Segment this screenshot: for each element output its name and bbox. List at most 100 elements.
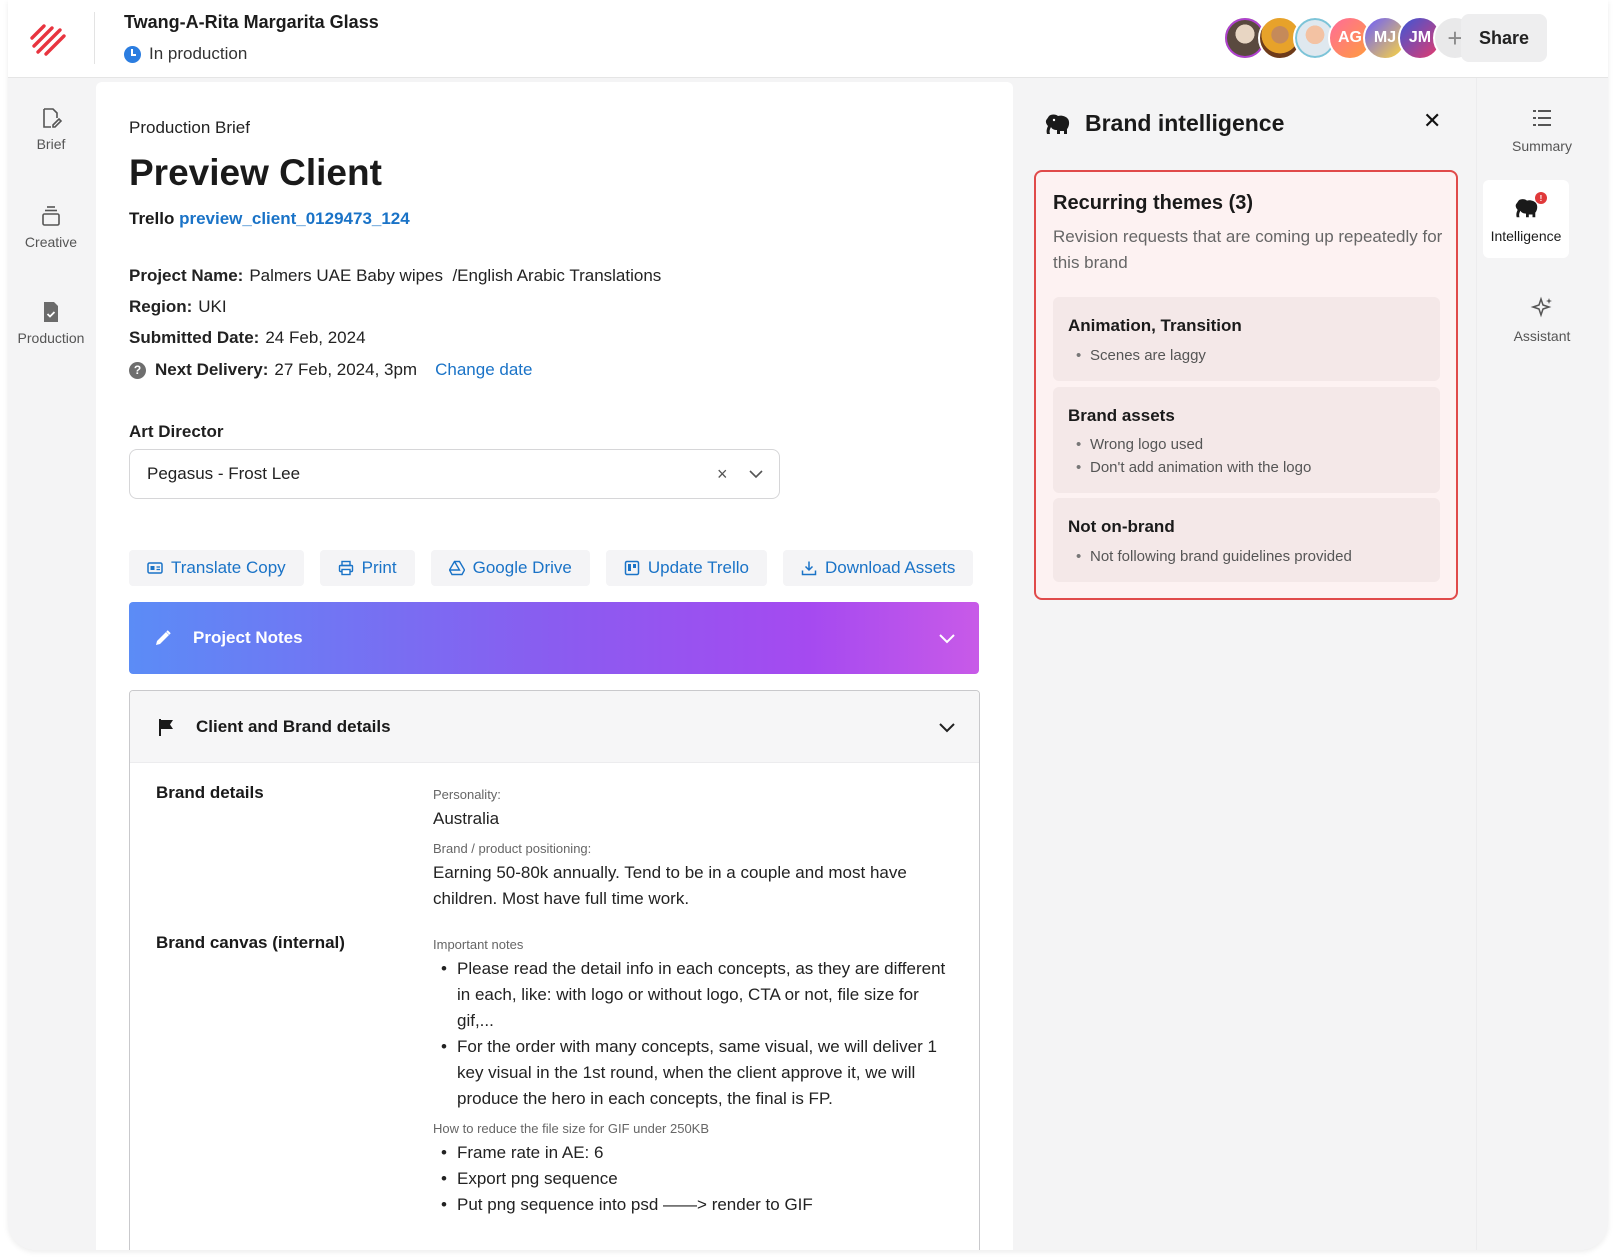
- project-title: Twang-A-Rita Margarita Glass: [124, 12, 379, 32]
- positioning-label: Brand / product positioning:: [433, 841, 592, 856]
- theme-item: Don't add animation with the logo: [1076, 459, 1311, 476]
- download-assets-label: Download Assets: [824, 558, 956, 577]
- brand-canvas-label: Brand canvas (internal): [156, 933, 345, 952]
- gif-step-item: Frame rate in AE: 6: [433, 1140, 953, 1166]
- translate-copy-button[interactable]: Translate Copy: [129, 550, 304, 586]
- theme-card-title: Brand assets: [1068, 406, 1175, 425]
- theme-card-title: Not on-brand: [1068, 517, 1175, 536]
- themes-subtitle: Revision requests that are coming up rep…: [1053, 227, 1443, 272]
- region-row: Region: UKI: [129, 297, 227, 317]
- sparkle-icon: [1530, 296, 1552, 318]
- chevron-down-icon: [939, 723, 955, 733]
- flag-icon: [159, 718, 173, 736]
- rail-label-assistant: Assistant: [1513, 328, 1571, 344]
- client-brand-details-label: Client and Brand details: [196, 716, 391, 736]
- project-notes-accordion[interactable]: Project Notes: [129, 602, 979, 674]
- help-icon[interactable]: ?: [129, 361, 146, 379]
- rail-item-summary[interactable]: Summary: [1477, 106, 1607, 154]
- delivery-label: Next Delivery:: [155, 360, 269, 379]
- share-button[interactable]: Share: [1461, 14, 1547, 62]
- rail-item-brief[interactable]: Brief: [8, 106, 94, 152]
- action-toolbar: Translate Copy Print Google Drive Update…: [129, 550, 974, 586]
- file-check-icon: [44, 302, 58, 322]
- header-divider: [94, 12, 95, 64]
- theme-card-not-on-brand[interactable]: Not on-brand Not following brand guideli…: [1053, 498, 1440, 582]
- translate-icon: [147, 562, 163, 574]
- printer-icon: [338, 560, 353, 576]
- personality-label: Personality:: [433, 787, 501, 802]
- region-label: Region:: [129, 297, 193, 316]
- rail-label-brief: Brief: [36, 136, 66, 152]
- download-icon: [801, 561, 817, 576]
- client-brand-details-header[interactable]: Client and Brand details: [130, 691, 979, 763]
- important-notes-label: Important notes: [433, 937, 524, 952]
- left-rail: Brief Creative Production: [8, 78, 94, 1250]
- submitted-date-row: Submitted Date: 24 Feb, 2024: [129, 328, 366, 348]
- brand-intelligence-panel: Brand intelligence ✕ Recurring themes (3…: [1015, 78, 1476, 1250]
- client-brand-details-section: Client and Brand details Brand details P…: [129, 690, 980, 1250]
- clear-icon[interactable]: ×: [717, 464, 728, 485]
- update-trello-label: Update Trello: [647, 558, 749, 577]
- theme-card-title: Animation, Transition: [1068, 316, 1242, 335]
- intelligence-icon-wrap: !: [1513, 192, 1547, 220]
- app-window: Twang-A-Rita Margarita Glass In producti…: [8, 0, 1608, 1250]
- client-title: Preview Client: [129, 152, 382, 193]
- brand-details-label: Brand details: [156, 783, 264, 802]
- top-header: Twang-A-Rita Margarita Glass In producti…: [8, 0, 1608, 78]
- app-logo-icon[interactable]: [28, 18, 68, 58]
- clock-icon: [124, 45, 141, 63]
- art-director-label: Art Director: [129, 422, 224, 441]
- project-name-row: Project Name: Palmers UAE Baby wipes /En…: [129, 266, 661, 286]
- brief-eyebrow: Production Brief: [129, 118, 250, 137]
- theme-item: Not following brand guidelines provided: [1076, 548, 1352, 565]
- brief-panel: Production Brief Preview Client Trello p…: [96, 82, 1013, 1250]
- gif-step-item: Put png sequence into psd ——> render to …: [433, 1192, 953, 1218]
- trello-label: Trello: [129, 209, 175, 228]
- elephant-icon: [1045, 114, 1070, 134]
- submitted-value: 24 Feb, 2024: [265, 328, 366, 347]
- themes-title: Recurring themes (3): [1053, 192, 1254, 214]
- drive-icon: [448, 560, 465, 576]
- rail-label-creative: Creative: [24, 234, 78, 250]
- chevron-down-icon[interactable]: [747, 465, 765, 483]
- change-date-link[interactable]: Change date: [435, 360, 532, 380]
- rail-item-intelligence[interactable]: ! Intelligence: [1477, 192, 1575, 244]
- rail-label-intelligence: Intelligence: [1490, 228, 1562, 244]
- translate-copy-label: Translate Copy: [171, 558, 286, 577]
- notification-badge: !: [1535, 192, 1547, 204]
- theme-item: Scenes are laggy: [1076, 347, 1206, 364]
- project-notes-label: Project Notes: [193, 628, 303, 647]
- chevron-down-icon: [939, 634, 955, 644]
- project-status: In production: [124, 44, 247, 64]
- submitted-label: Submitted Date:: [129, 328, 260, 347]
- trello-link[interactable]: preview_client_0129473_124: [179, 209, 410, 228]
- trello-icon: [624, 560, 640, 576]
- rail-label-production: Production: [17, 330, 85, 346]
- recurring-themes-card: Recurring themes (3) Revision requests t…: [1034, 170, 1458, 600]
- rail-label-summary: Summary: [1512, 138, 1572, 154]
- panel-title: Brand intelligence: [1085, 110, 1285, 136]
- art-director-select[interactable]: Pegasus - Frost Lee ×: [129, 449, 780, 499]
- layers-icon: [42, 206, 60, 226]
- pencil-icon: [156, 630, 171, 645]
- project-name-value: Palmers UAE Baby wipes /English Arabic T…: [249, 266, 662, 285]
- close-panel-button[interactable]: ✕: [1423, 108, 1441, 134]
- update-trello-button[interactable]: Update Trello: [605, 550, 767, 586]
- gif-tips-label: How to reduce the file size for GIF unde…: [433, 1121, 710, 1136]
- trello-line: Trello preview_client_0129473_124: [129, 209, 410, 229]
- rail-item-assistant[interactable]: Assistant: [1477, 296, 1607, 344]
- theme-card-brand-assets[interactable]: Brand assets Wrong logo used Don't add a…: [1053, 387, 1440, 493]
- rail-item-production[interactable]: Production: [8, 300, 94, 346]
- download-assets-button[interactable]: Download Assets: [782, 550, 974, 586]
- print-label: Print: [361, 558, 397, 577]
- positioning-value: Earning 50-80k annually. Tend to be in a…: [433, 863, 907, 908]
- right-rail: Summary ! Intelligence Assistant: [1476, 78, 1608, 1250]
- rail-item-creative[interactable]: Creative: [8, 204, 94, 250]
- important-note-item: For the order with many concepts, same v…: [433, 1034, 953, 1112]
- list-icon: [1533, 110, 1551, 126]
- important-note-item: Please read the detail info in each conc…: [433, 956, 953, 1034]
- personality-value: Australia: [433, 809, 500, 828]
- print-button[interactable]: Print: [319, 550, 415, 586]
- theme-card-animation[interactable]: Animation, Transition Scenes are laggy: [1053, 297, 1440, 381]
- google-drive-button[interactable]: Google Drive: [430, 550, 590, 586]
